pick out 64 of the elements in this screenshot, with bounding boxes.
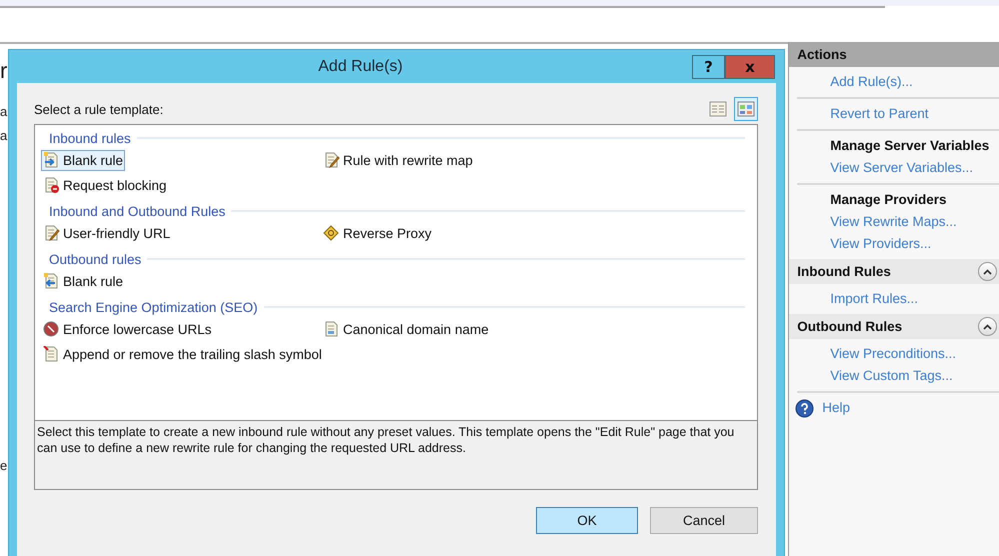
section-title: Outbound Rules [797,319,902,334]
prompt-label: Select a rule template: [34,102,164,116]
cut-off-text: r [0,58,8,84]
help-link[interactable]: Help [822,397,850,419]
dialog-button[interactable]: OK [536,507,638,534]
group-heading: Manage Server Variables [830,137,990,155]
view-button[interactable] [734,97,758,121]
action-link[interactable]: Revert to Parent [830,103,999,125]
tile-view-icon [737,100,755,118]
template-icon [323,225,340,242]
template-item[interactable]: Request blocking [41,175,169,196]
template-icon [323,152,340,169]
action-link[interactable]: View Rewrite Maps... [830,211,999,233]
template-label: Canonical domain name [343,322,489,337]
template-item[interactable]: Enforce lowercase URLs [41,319,214,340]
template-icon [43,177,60,194]
description-text: Select this template to create a new inbound rule without any preset values. This template opens the "Edit Rule" page that you can use to define a new rewrite rule for changing the requested URL address. [34,421,758,490]
cut-off-text: a [0,128,8,143]
chevron-up-icon [983,268,992,274]
list-view-icon [709,100,727,118]
action-link[interactable]: Import Rules... [830,288,999,310]
collapse-button[interactable] [978,317,997,336]
template-item[interactable]: Canonical domain name [321,319,491,340]
template-label: Append or remove the trailing slash symbol [63,347,322,362]
help-button[interactable]: ? [692,55,725,79]
action-link[interactable]: Add Rule(s)... [830,71,999,93]
action-link[interactable]: View Preconditions... [830,343,999,365]
group-heading: Inbound rules [49,130,131,146]
template-item[interactable]: Reverse Proxy [321,223,434,244]
action-link[interactable]: View Server Variables... [830,157,999,179]
template-label: Rule with rewrite map [343,153,473,168]
close-button[interactable]: x [725,55,775,79]
group-heading: Manage Providers [830,191,948,209]
action-link[interactable]: View Providers... [830,233,999,255]
template-icon [323,321,340,338]
template-icon [43,273,60,290]
collapse-button[interactable] [978,262,997,281]
cut-off-text: a [0,104,8,119]
group-heading: Inbound and Outbound Rules [49,204,226,218]
template-label: Request blocking [63,178,167,193]
action-link[interactable]: View Custom Tags... [830,365,999,387]
template-label: Enforce lowercase URLs [63,322,212,337]
template-icon [43,346,60,363]
template-label: Blank rule [63,274,124,289]
section-title: Inbound Rules [797,264,891,279]
template-icon [43,225,60,242]
group-heading: Outbound rules [49,252,142,266]
template-item[interactable]: Blank rule [41,150,126,171]
chevron-up-icon [983,324,992,330]
group-heading: Search Engine Optimization (SEO) [49,300,258,314]
template-label: Reverse Proxy [343,226,432,241]
window-title: Add Rule(s) [317,58,404,76]
dialog-button[interactable]: Cancel [650,507,758,534]
template-item[interactable]: Rule with rewrite map [321,150,475,171]
template-label: Blank rule [63,153,124,168]
template-item[interactable]: User-friendly URL [41,223,172,244]
section-title: Actions [797,47,847,62]
help-icon [795,398,814,418]
template-item[interactable]: Append or remove the trailing slash symbol [41,344,324,365]
template-icon [43,321,60,338]
template-icon [43,152,60,169]
template-label: User-friendly URL [63,226,170,241]
cut-off-text: e [0,458,8,473]
template-item[interactable]: Blank rule [41,271,126,292]
